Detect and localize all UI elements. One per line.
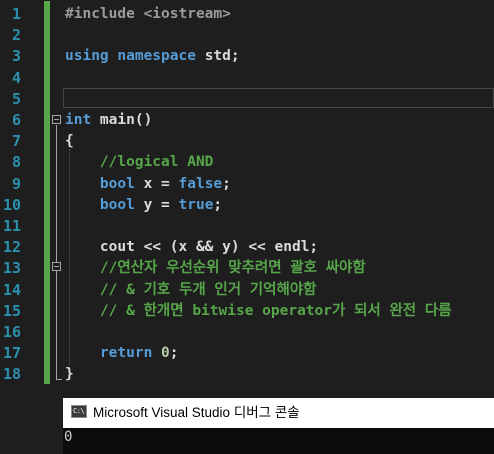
code-token: int: [65, 112, 92, 128]
line-number: 18: [2, 365, 21, 384]
line-number: 1: [11, 5, 21, 23]
code-token: bool: [99, 175, 135, 192]
code-line: //연산자 우선순위 맞추려면 괄호 싸야함: [65, 258, 366, 279]
line-number: 2: [11, 26, 21, 45]
code-token: bool: [99, 196, 135, 213]
line-number: 13: [2, 259, 21, 278]
line-number: 15: [2, 301, 21, 320]
line-number: 16: [2, 323, 21, 341]
code-line: //logical AND: [65, 152, 214, 173]
debug-console-output[interactable]: 0: [63, 428, 494, 454]
code-line: // & 한개면 bitwise operator가 되서 완전 다름: [65, 301, 452, 322]
line-number: 17: [2, 344, 21, 363]
code-token: ;: [222, 175, 231, 192]
line-number: 11: [2, 217, 21, 235]
code-token: ;: [169, 345, 179, 362]
code-token: #include <iostream>: [65, 6, 231, 22]
console-output-text: 0: [64, 429, 73, 445]
saved-changes-bar: [44, 1, 50, 384]
code-line: using namespace std;: [65, 46, 240, 67]
collapse-main-icon[interactable]: [52, 115, 61, 124]
collapse-comment-icon[interactable]: [52, 262, 61, 271]
code-line: #include <iostream>: [65, 4, 231, 25]
code-token: {: [65, 133, 74, 150]
line-number: 14: [2, 280, 21, 299]
code-token: using namespace: [65, 48, 205, 65]
code-token: 0: [161, 345, 170, 362]
code-line: int main(): [65, 110, 152, 131]
code-token: x =: [134, 175, 179, 192]
line-number: 4: [11, 68, 21, 87]
code-line: bool x = false;: [65, 174, 231, 195]
code-token: // & 기호 두개 인거 기억해야함: [65, 281, 317, 298]
console-app-icon: C:\: [71, 405, 87, 418]
code-token: false: [178, 175, 223, 192]
line-number: 7: [11, 132, 21, 151]
line-number: 12: [2, 238, 21, 257]
fold-line-main: [56, 125, 57, 380]
fold-end-main: [56, 379, 62, 380]
line-number: 9: [11, 174, 21, 193]
code-line: {: [65, 131, 74, 152]
code-token: ;: [213, 196, 223, 213]
code-token: return: [99, 345, 153, 362]
code-token: std;: [204, 48, 240, 65]
line-number: 10: [2, 195, 21, 214]
code-token: // & 한개면 bitwise operator가 되서 완전 다름: [65, 302, 452, 319]
code-line: bool y = true;: [65, 195, 222, 216]
code-token: true: [178, 196, 214, 213]
line-number: 8: [11, 153, 21, 172]
code-editor[interactable]: 1 2 3 4 5 6 7 8 9 10 11 12 13 14 15 16 17 18 #include <io…: [0, 0, 494, 394]
current-line-highlight: [63, 88, 494, 108]
code-token: y =: [134, 196, 179, 213]
code-token: main(): [91, 112, 153, 128]
code-token: //연산자 우선순위 맞추려면 괄호 싸야함: [65, 260, 366, 277]
code-token: }: [65, 366, 74, 383]
code-line: // & 기호 두개 인거 기억해야함: [65, 280, 317, 301]
line-number: 5: [11, 89, 21, 108]
code-token: cout << (x && y) << endl;: [65, 239, 319, 256]
console-icon-label: C:\: [73, 407, 85, 415]
code-line: cout << (x && y) << endl;: [65, 237, 318, 258]
line-number: 3: [11, 47, 21, 66]
code-token: //logical AND: [65, 154, 214, 171]
debug-console-title: Microsoft Visual Studio 디버그 콘솔: [93, 405, 300, 420]
debug-console-titlebar[interactable]: C:\ Microsoft Visual Studio 디버그 콘솔: [63, 398, 494, 428]
code-line: }: [65, 364, 74, 385]
code-line: return 0;: [65, 343, 179, 364]
line-number: 6: [11, 111, 21, 129]
